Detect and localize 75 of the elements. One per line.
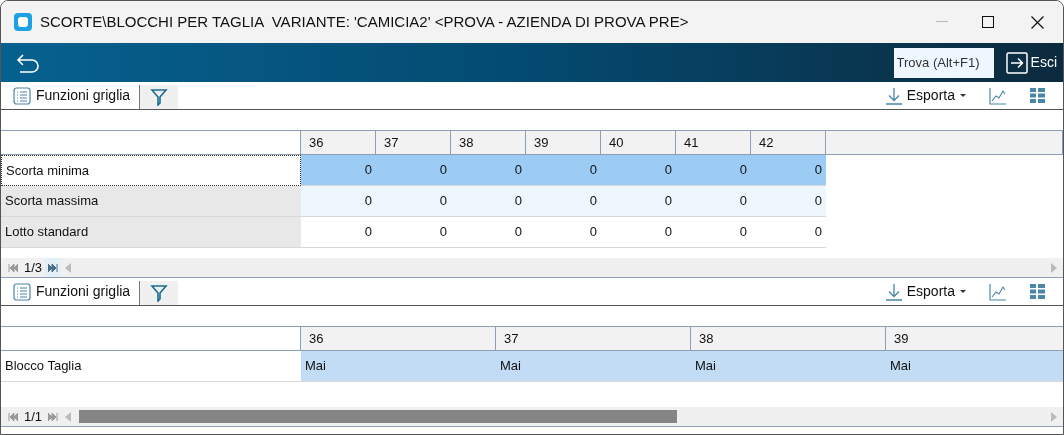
caret-icon	[960, 289, 966, 294]
grid-functions-button[interactable]: Funzioni griglia	[13, 278, 140, 305]
scroll-left-icon	[65, 262, 72, 273]
search-field[interactable]: Trova (Alt+F1)	[893, 47, 994, 78]
layout-button[interactable]	[1027, 85, 1047, 106]
table-cell: 0	[601, 186, 676, 217]
column-header[interactable]: 38	[691, 327, 886, 350]
column-header[interactable]: 42	[751, 131, 826, 154]
scrollbar-thumb[interactable]	[79, 410, 678, 423]
line-chart-icon	[989, 86, 1007, 105]
export-button[interactable]: Esporta	[884, 281, 966, 302]
column-header[interactable]: 39	[886, 327, 1063, 350]
caret-icon	[960, 93, 966, 98]
table-cell: Mai	[301, 351, 496, 382]
table-cell: 0	[451, 155, 526, 186]
first-page-icon	[8, 263, 18, 272]
app-logo-icon	[13, 12, 33, 32]
close-icon	[1030, 15, 1044, 29]
last-page-icon	[48, 412, 59, 421]
table-cell: 0	[526, 155, 601, 186]
column-header[interactable]: 37	[496, 327, 691, 350]
export-button[interactable]: Esporta	[884, 85, 966, 106]
column-header[interactable]: 40	[601, 131, 676, 154]
window-title: SCORTE\BLOCCHI PER TAGLIA VARIANTE: 'CAMICIA2' <PROVA - AZIENDA DI PROVA PRE>	[40, 11, 689, 32]
column-header[interactable]: 41	[676, 131, 751, 154]
table-cell: 0	[376, 186, 451, 217]
filter-icon	[150, 88, 169, 106]
table-cell: 0	[751, 155, 826, 186]
table-cell: 0	[451, 186, 526, 217]
table-cell: Mai	[691, 351, 886, 382]
column-header[interactable]: 36	[301, 327, 496, 350]
scroll-right-icon	[1051, 411, 1057, 422]
table-cell: 0	[676, 155, 751, 186]
list-icon	[13, 86, 31, 105]
minimize-icon	[936, 21, 948, 23]
table-cell: 0	[601, 155, 676, 186]
column-header[interactable]: 38	[451, 131, 526, 154]
scroll-right-icon	[1051, 262, 1057, 273]
scroll-left-icon	[65, 411, 72, 422]
table-cell: 0	[526, 186, 601, 217]
row-header[interactable]: Scorta minima	[1, 155, 301, 186]
table-cell: Mai	[886, 351, 1063, 382]
page-indicator: 1/3	[23, 258, 44, 277]
maximize-icon	[982, 16, 994, 28]
row-header[interactable]: Scorta massima	[1, 186, 301, 217]
column-header[interactable]: 39	[526, 131, 601, 154]
column-header[interactable]: 36	[301, 131, 376, 154]
list-icon	[13, 282, 31, 301]
filter-button[interactable]	[139, 281, 179, 305]
page-indicator: 1/1	[23, 407, 44, 426]
download-icon	[884, 86, 903, 105]
table-cell: 0	[376, 155, 451, 186]
table-cell: 0	[676, 186, 751, 217]
filter-button[interactable]	[139, 85, 179, 109]
last-page-button[interactable]	[45, 258, 62, 277]
table-cell: Mai	[496, 351, 691, 382]
grid-functions-button[interactable]: Funzioni griglia	[13, 82, 140, 109]
back-arrow-icon	[16, 52, 40, 73]
exit-icon	[1005, 51, 1028, 74]
grid-icon	[1029, 88, 1045, 103]
row-header[interactable]: Lotto standard	[1, 217, 301, 248]
chart-button[interactable]	[988, 281, 1008, 302]
column-header[interactable]: 37	[376, 131, 451, 154]
last-page-icon	[48, 263, 59, 272]
exit-button[interactable]: Esci	[1005, 51, 1057, 74]
filter-icon	[150, 284, 169, 302]
grid-icon	[1029, 284, 1045, 299]
download-icon	[884, 282, 903, 301]
chart-button[interactable]	[988, 85, 1008, 106]
line-chart-icon	[989, 282, 1007, 301]
table-cell: 0	[301, 186, 376, 217]
first-page-icon	[8, 412, 18, 421]
layout-button[interactable]	[1027, 281, 1047, 302]
table-cell: 0	[301, 155, 376, 186]
table-cell: 0	[751, 186, 826, 217]
